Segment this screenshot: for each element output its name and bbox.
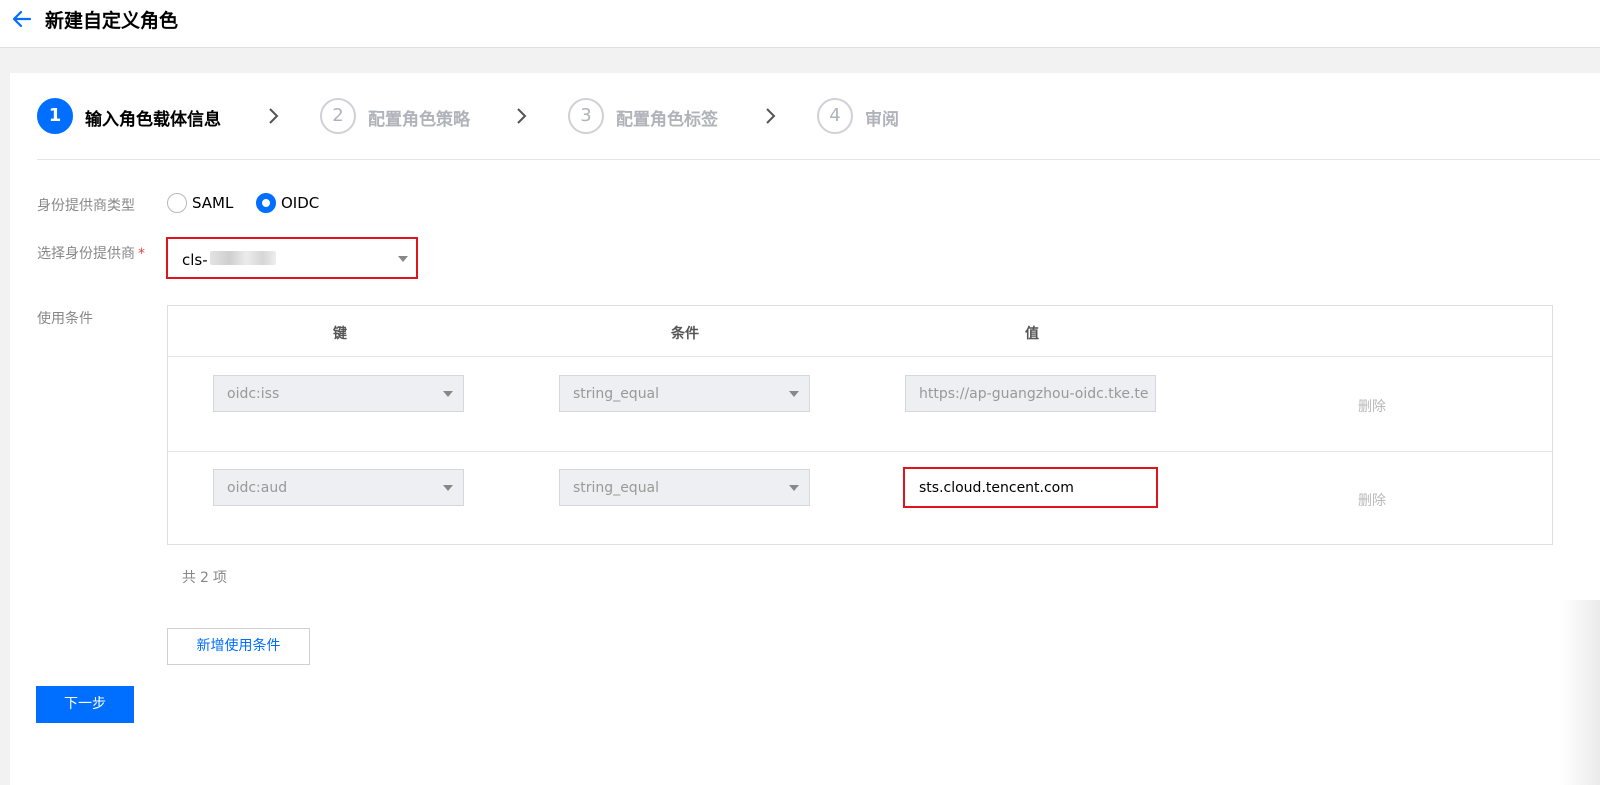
step-4-label: 审阅 xyxy=(865,110,899,130)
total-count: 共2项 xyxy=(180,567,229,587)
total-prefix: 共 xyxy=(182,570,196,586)
page-title: 新建自定义角色 xyxy=(45,10,179,32)
caret-down-icon xyxy=(443,391,453,397)
delete-link[interactable]: 删除 xyxy=(1358,396,1386,416)
radio-oidc-label: OIDC xyxy=(281,194,320,212)
column-header-value: 值 xyxy=(1025,326,1039,342)
next-step-button[interactable]: 下一步 xyxy=(36,686,134,723)
value-input-text: https://ap-guangzhou-oidc.tke.te xyxy=(919,386,1149,402)
header-divider xyxy=(168,356,1552,357)
caret-down-icon xyxy=(789,391,799,397)
redacted-mask xyxy=(210,251,276,265)
radio-checked-icon[interactable] xyxy=(256,193,276,213)
step-4-number: 4 xyxy=(817,98,853,134)
step-2-number: 2 xyxy=(320,98,356,134)
main-card: 1 输入角色载体信息 2 配置角色策略 3 配置角色标签 4 审阅 身份提供商类… xyxy=(10,73,1600,785)
caret-down-icon xyxy=(443,485,453,491)
conditions-label: 使用条件 xyxy=(37,311,93,327)
caret-down-icon xyxy=(789,485,799,491)
step-3-label: 配置角色标签 xyxy=(616,110,718,130)
column-header-key: 键 xyxy=(333,326,347,342)
provider-select-value: cls- xyxy=(182,251,208,269)
key-select-value: oidc:iss xyxy=(227,386,280,402)
required-mark: * xyxy=(138,246,145,262)
condition-select[interactable]: string_equal xyxy=(559,469,810,506)
key-select[interactable]: oidc:aud xyxy=(213,469,464,506)
edge-shadow xyxy=(1560,600,1600,785)
radio-saml-label: SAML xyxy=(192,194,234,212)
provider-label-text: 选择身份提供商 xyxy=(37,246,135,262)
provider-label: 选择身份提供商 * xyxy=(37,243,145,263)
provider-select[interactable]: cls- xyxy=(166,237,418,279)
caret-down-icon xyxy=(398,256,408,262)
delete-link[interactable]: 删除 xyxy=(1358,490,1386,510)
total-number: 2 xyxy=(200,570,209,586)
back-arrow-icon[interactable] xyxy=(10,7,34,31)
condition-select-value: string_equal xyxy=(573,386,660,402)
value-input-text: sts.cloud.tencent.com xyxy=(919,480,1074,496)
chevron-right-icon xyxy=(766,108,776,124)
conditions-table: 键 条件 值 oidc:iss string_equal https://ap-… xyxy=(167,305,1553,545)
column-header-condition: 条件 xyxy=(671,326,699,342)
chevron-right-icon xyxy=(517,108,527,124)
step-1-number: 1 xyxy=(37,98,73,134)
step-3-number: 3 xyxy=(568,98,604,134)
header: 新建自定义角色 xyxy=(0,0,1600,48)
chevron-right-icon xyxy=(269,108,279,124)
value-input[interactable]: https://ap-guangzhou-oidc.tke.te xyxy=(905,375,1156,412)
row-divider xyxy=(168,451,1552,452)
key-select[interactable]: oidc:iss xyxy=(213,375,464,412)
condition-select-value: string_equal xyxy=(573,480,660,496)
condition-select[interactable]: string_equal xyxy=(559,375,810,412)
add-condition-button[interactable]: 新增使用条件 xyxy=(167,628,310,665)
steps-divider xyxy=(37,159,1600,160)
total-suffix: 项 xyxy=(212,570,227,586)
value-input[interactable]: sts.cloud.tencent.com xyxy=(903,467,1158,508)
radio-unchecked-icon[interactable] xyxy=(167,193,187,213)
provider-type-label: 身份提供商类型 xyxy=(37,198,135,214)
key-select-value: oidc:aud xyxy=(227,480,288,496)
step-2-label: 配置角色策略 xyxy=(368,110,470,130)
step-1-label: 输入角色载体信息 xyxy=(85,110,221,130)
